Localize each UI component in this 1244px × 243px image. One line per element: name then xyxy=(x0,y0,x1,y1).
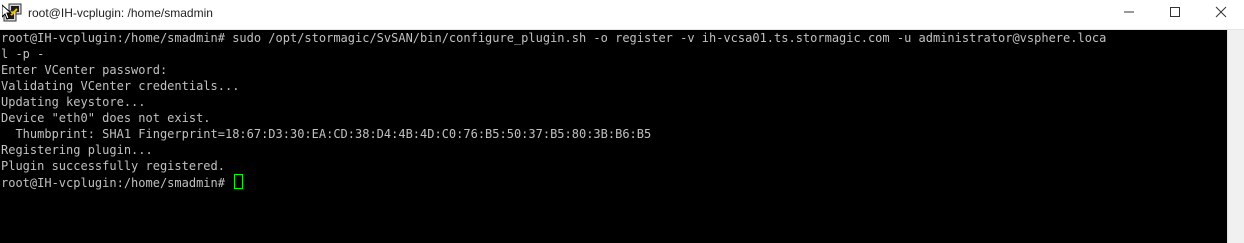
terminal-line: Registering plugin... xyxy=(1,143,153,157)
terminal-scrollbar[interactable] xyxy=(1227,30,1244,243)
terminal-line: Enter VCenter password: xyxy=(1,63,168,77)
putty-terminal-icon[interactable] xyxy=(1,3,24,25)
maximize-button[interactable] xyxy=(1152,0,1198,28)
close-icon xyxy=(1215,5,1227,23)
terminal-line: Plugin successfully registered. xyxy=(1,159,225,173)
maximize-icon xyxy=(1169,5,1181,23)
terminal-line: Device "eth0" does not exist. xyxy=(1,111,211,125)
minimize-button[interactable] xyxy=(1106,0,1152,28)
terminal-prompt: root@IH-vcplugin:/home/smadmin# xyxy=(1,176,233,190)
terminal-line: Thumbprint: SHA1 Fingerprint=18:67:D3:30… xyxy=(1,127,652,141)
terminal-window: root@IH-vcplugin: /home/smadmin root@IH-… xyxy=(0,0,1244,243)
window-title: root@IH-vcplugin: /home/smadmin xyxy=(28,6,213,20)
terminal-output[interactable]: root@IH-vcplugin:/home/smadmin# sudo /op… xyxy=(0,30,1227,243)
terminal-prompt-line: root@IH-vcplugin:/home/smadmin# xyxy=(1,174,244,190)
title-bar[interactable]: root@IH-vcplugin: /home/smadmin xyxy=(0,0,1244,30)
terminal-line: root@IH-vcplugin:/home/smadmin# sudo /op… xyxy=(1,31,1107,45)
terminal-line: l -p - xyxy=(1,47,45,61)
close-button[interactable] xyxy=(1198,0,1244,28)
minimize-icon xyxy=(1123,5,1135,23)
terminal-line: Validating VCenter credentials... xyxy=(1,79,240,93)
terminal-cursor xyxy=(234,174,244,189)
terminal-line: Updating keystore... xyxy=(1,95,146,109)
